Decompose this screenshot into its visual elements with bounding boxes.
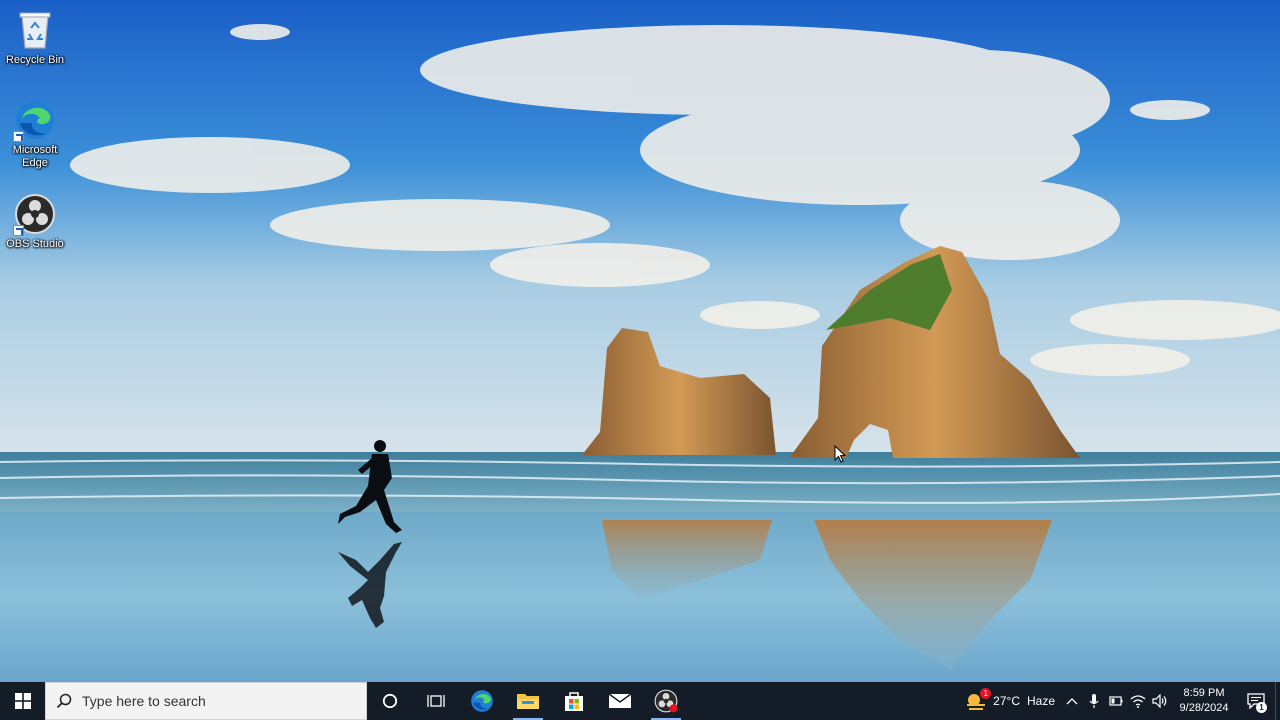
search-icon <box>56 693 72 709</box>
volume-button[interactable] <box>1149 682 1171 720</box>
taskbar-obs-button[interactable] <box>643 682 689 720</box>
recycle-bin-icon <box>13 8 57 52</box>
start-button[interactable] <box>0 682 45 720</box>
taskbar-edge-button[interactable] <box>459 682 505 720</box>
desktop-wallpaper <box>0 0 1280 682</box>
clock-time: 8:59 PM <box>1183 687 1225 699</box>
cortana-button[interactable] <box>367 682 413 720</box>
weather-widget[interactable]: 1 27°C Haze <box>959 682 1061 720</box>
taskbar-store-button[interactable] <box>551 682 597 720</box>
search-placeholder: Type here to search <box>82 693 206 709</box>
shortcut-arrow-icon <box>13 131 24 142</box>
weather-temperature: 27°C <box>993 694 1020 708</box>
battery-button[interactable] <box>1105 682 1127 720</box>
battery-icon <box>1109 696 1123 706</box>
desktop-icon-obs-studio[interactable]: OBS Studio <box>0 192 71 251</box>
mouse-cursor-icon <box>834 444 847 468</box>
obs-icon <box>13 192 57 236</box>
mail-icon <box>608 693 632 708</box>
wifi-icon <box>1130 695 1146 708</box>
taskbar-clock[interactable]: 8:59 PM 9/28/2024 <box>1171 682 1237 720</box>
edge-icon <box>13 98 57 142</box>
desktop-icon-label: Microsoft Edge <box>12 144 58 169</box>
desktop-icon-microsoft-edge[interactable]: Microsoft Edge <box>0 98 71 170</box>
obs-icon <box>654 689 678 713</box>
microsoft-store-icon <box>565 692 583 711</box>
task-view-button[interactable] <box>413 682 459 720</box>
weather-haze-icon: 1 <box>965 688 992 711</box>
weather-alert-badge: 1 <box>980 688 992 699</box>
network-button[interactable] <box>1127 682 1149 720</box>
desktop-icon-label: Recycle Bin <box>5 54 65 66</box>
system-tray: 1 27°C Haze 8:59 PM 9/28/2024 1 <box>959 682 1280 720</box>
task-view-icon <box>427 695 445 707</box>
notification-count-badge: 1 <box>1256 702 1267 713</box>
weather-condition: Haze <box>1026 694 1055 708</box>
microphone-icon <box>1089 694 1099 708</box>
edge-icon <box>471 690 493 712</box>
taskbar-file-explorer-button[interactable] <box>505 682 551 720</box>
shortcut-arrow-icon <box>13 225 24 236</box>
taskbar: Type here to search 1 27°C Haze 8:59 PM … <box>0 682 1280 720</box>
file-explorer-icon <box>517 694 539 709</box>
clock-date: 9/28/2024 <box>1179 702 1229 714</box>
action-center-button[interactable]: 1 <box>1237 682 1275 720</box>
speaker-icon <box>1152 694 1167 708</box>
chevron-up-icon <box>1066 698 1078 705</box>
taskbar-search-box[interactable]: Type here to search <box>45 682 367 720</box>
windows-logo-icon <box>14 693 31 709</box>
show-desktop-button[interactable] <box>1275 682 1280 720</box>
cortana-icon <box>382 693 398 709</box>
taskbar-mail-button[interactable] <box>597 682 643 720</box>
microphone-button[interactable] <box>1083 682 1105 720</box>
desktop-icon-recycle-bin[interactable]: Recycle Bin <box>0 8 71 67</box>
show-hidden-icons-button[interactable] <box>1061 682 1083 720</box>
desktop-icon-label: OBS Studio <box>6 238 64 250</box>
